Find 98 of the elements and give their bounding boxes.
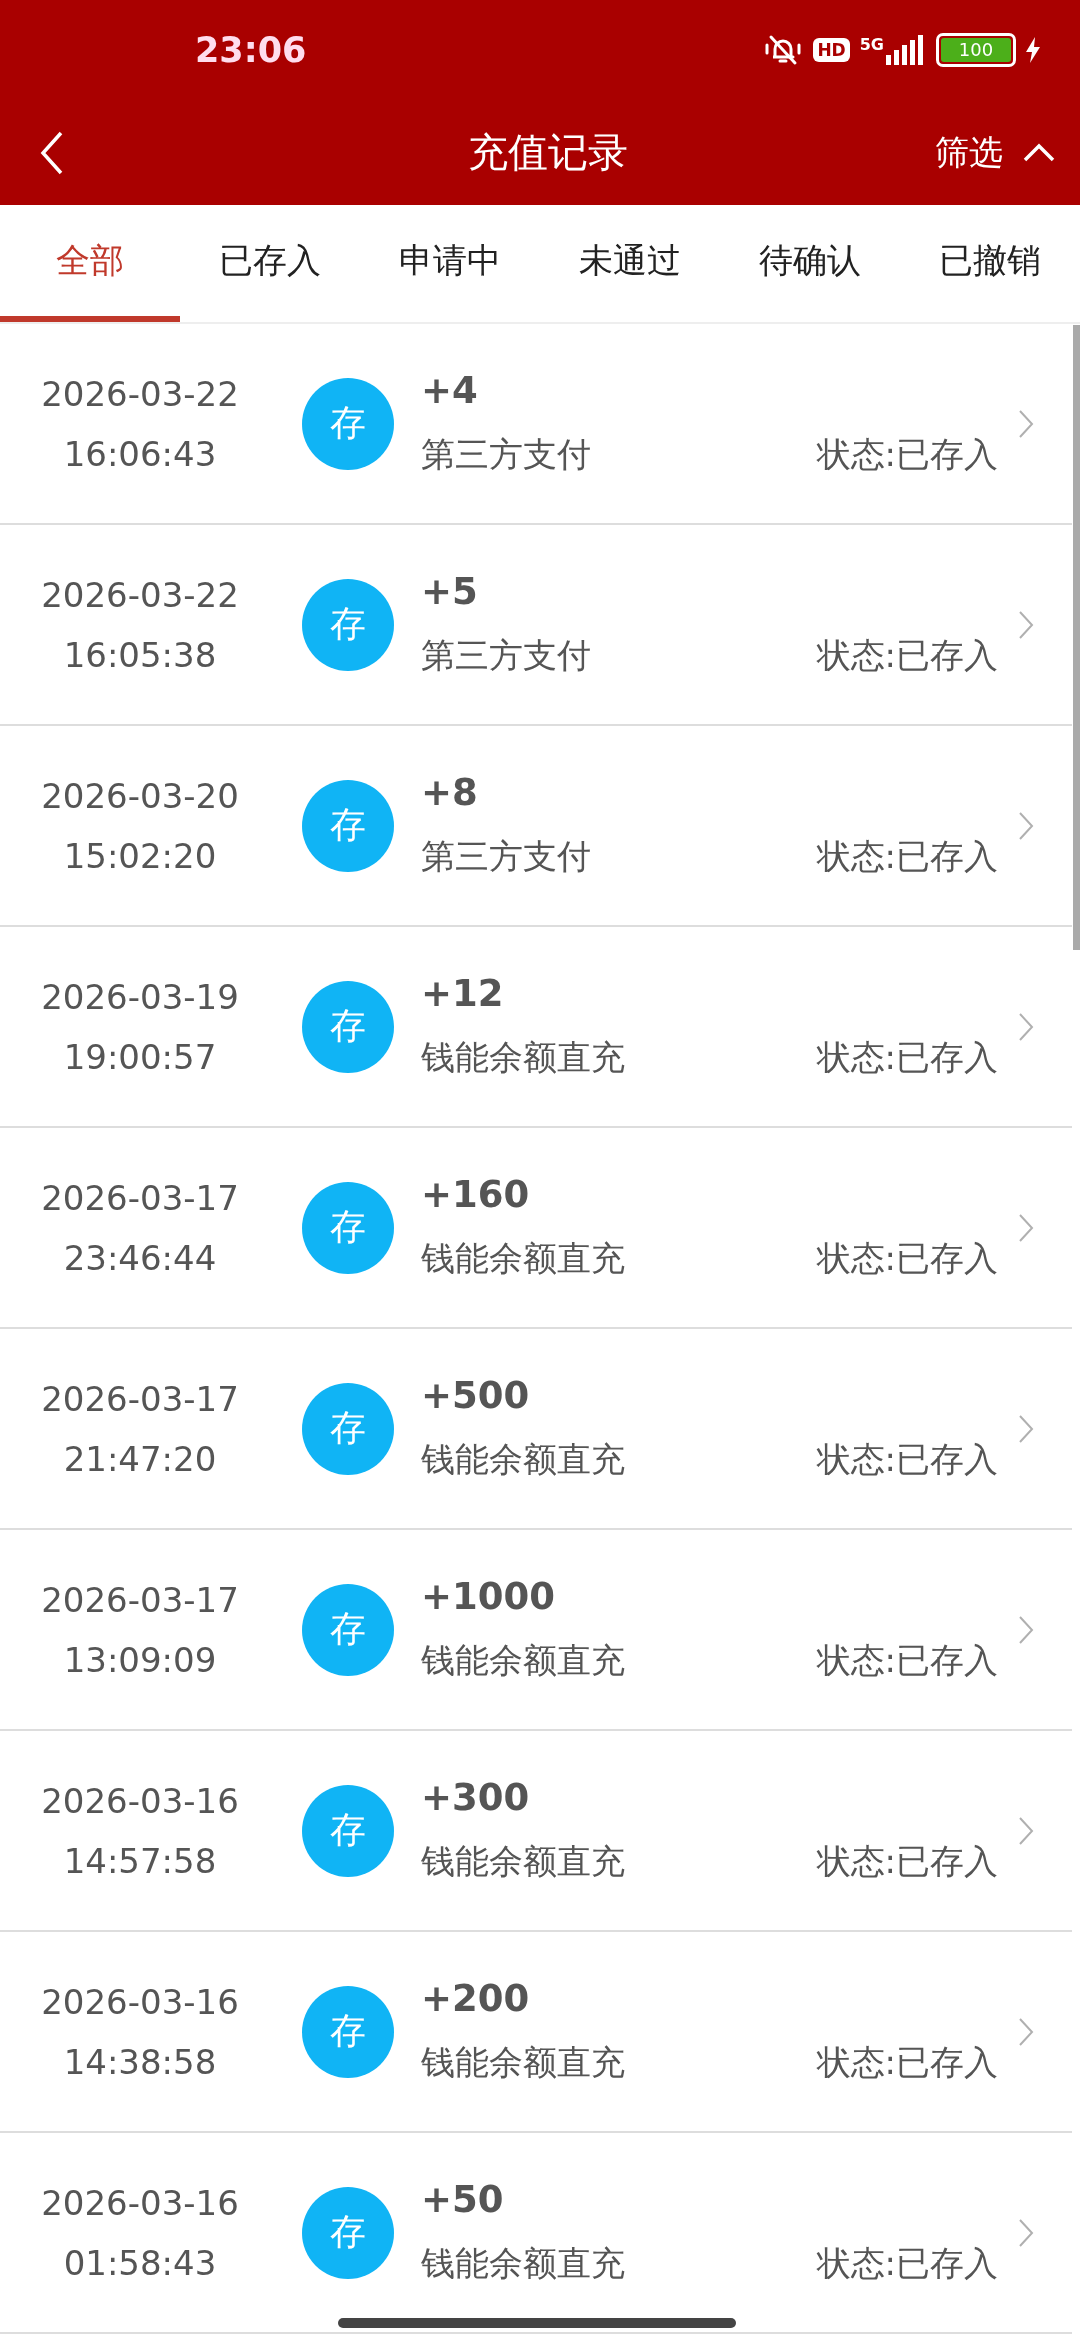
- record-time: 16:06:43: [63, 433, 217, 474]
- payment-method: 钱能余额直充: [421, 2041, 625, 2084]
- tab[interactable]: 待确认: [720, 205, 900, 322]
- record-date: 2026-03-17: [41, 1177, 239, 1218]
- record-date: 2026-03-16: [41, 1981, 239, 2022]
- payment-method: 第三方支付: [421, 835, 591, 878]
- record-status: 状态:已存入: [816, 2242, 998, 2285]
- scrollbar[interactable]: [1073, 325, 1080, 950]
- record-amount: +8: [421, 771, 479, 814]
- record-date: 2026-03-20: [41, 775, 239, 816]
- deposit-badge: 存: [302, 779, 394, 872]
- record-date: 2026-03-17: [41, 1378, 239, 1419]
- muted-bell-icon: [763, 33, 804, 67]
- chevron-right-icon: [1018, 1815, 1034, 1846]
- record-amount: +500: [421, 1374, 531, 1417]
- deposit-badge: 存: [302, 1181, 394, 1274]
- battery-level: 100: [941, 38, 1011, 62]
- record-time: 15:02:20: [63, 835, 217, 876]
- record-status: 状态:已存入: [816, 1237, 998, 1280]
- status-time: 23:06: [195, 30, 307, 70]
- record-time: 19:00:57: [63, 1036, 217, 1077]
- record-amount: +200: [421, 1977, 531, 2020]
- record-status: 状态:已存入: [816, 1639, 998, 1682]
- deposit-badge: 存: [302, 1985, 394, 2078]
- charging-icon: [1026, 37, 1040, 63]
- filter-button[interactable]: 筛选: [935, 129, 1055, 176]
- record-amount: +50: [421, 2178, 505, 2221]
- record-time: 16:05:38: [63, 634, 217, 675]
- deposit-badge: 存: [302, 377, 394, 470]
- record-status: 状态:已存入: [816, 835, 998, 878]
- payment-method: 钱能余额直充: [421, 1840, 625, 1883]
- record-status: 状态:已存入: [816, 433, 998, 476]
- payment-method: 钱能余额直充: [421, 1639, 625, 1682]
- record-date: 2026-03-19: [41, 976, 239, 1017]
- record-date: 2026-03-17: [41, 1579, 239, 1620]
- network-label: 5G: [859, 35, 884, 54]
- record-status: 状态:已存入: [816, 1840, 998, 1883]
- back-button[interactable]: [40, 130, 64, 175]
- chevron-right-icon: [1018, 609, 1034, 640]
- payment-method: 第三方支付: [421, 433, 591, 476]
- deposit-badge: 存: [302, 578, 394, 671]
- deposit-badge: 存: [302, 1583, 394, 1676]
- chevron-right-icon: [1018, 2016, 1034, 2047]
- record-row[interactable]: 2026-03-22 16:06:43 存 +4 第三方支付 状态:已存入: [0, 324, 1072, 525]
- tab[interactable]: 全部: [0, 205, 180, 322]
- tab[interactable]: 已撤销: [900, 205, 1080, 322]
- record-status: 状态:已存入: [816, 634, 998, 677]
- record-status: 状态:已存入: [816, 1036, 998, 1079]
- record-date: 2026-03-22: [41, 574, 239, 615]
- record-time: 23:46:44: [63, 1237, 217, 1278]
- record-time: 14:57:58: [63, 1840, 217, 1881]
- home-indicator[interactable]: [338, 2318, 736, 2328]
- deposit-badge: 存: [302, 980, 394, 1073]
- record-row[interactable]: 2026-03-19 19:00:57 存 +12 钱能余额直充 状态:已存入: [0, 927, 1072, 1128]
- record-amount: +1000: [421, 1575, 556, 1618]
- deposit-badge: 存: [302, 1784, 394, 1877]
- record-time: 14:38:58: [63, 2041, 217, 2082]
- deposit-badge: 存: [302, 1382, 394, 1475]
- payment-method: 钱能余额直充: [421, 2242, 625, 2285]
- tab[interactable]: 未通过: [540, 205, 720, 322]
- record-row[interactable]: 2026-03-17 13:09:09 存 +1000 钱能余额直充 状态:已存入: [0, 1530, 1072, 1731]
- record-amount: +160: [421, 1173, 531, 1216]
- tab[interactable]: 申请中: [360, 205, 540, 322]
- record-row[interactable]: 2026-03-16 14:38:58 存 +200 钱能余额直充 状态:已存入: [0, 1932, 1072, 2133]
- record-row[interactable]: 2026-03-20 15:02:20 存 +8 第三方支付 状态:已存入: [0, 726, 1072, 927]
- record-row[interactable]: 2026-03-22 16:05:38 存 +5 第三方支付 状态:已存入: [0, 525, 1072, 726]
- payment-method: 钱能余额直充: [421, 1036, 625, 1079]
- record-amount: +4: [421, 369, 479, 412]
- payment-method: 钱能余额直充: [421, 1438, 625, 1481]
- page-title: 充值记录: [467, 128, 628, 177]
- chevron-right-icon: [1018, 1413, 1034, 1444]
- chevron-right-icon: [1018, 408, 1034, 439]
- chevron-right-icon: [1018, 810, 1034, 841]
- record-time: 01:58:43: [63, 2242, 217, 2283]
- chevron-right-icon: [1018, 1212, 1034, 1243]
- record-date: 2026-03-22: [41, 373, 239, 414]
- record-amount: +300: [421, 1776, 531, 1819]
- deposit-badge: 存: [302, 2186, 394, 2279]
- tab[interactable]: 已存入: [180, 205, 360, 322]
- record-status: 状态:已存入: [816, 1438, 998, 1481]
- record-time: 13:09:09: [63, 1639, 217, 1680]
- hd-badge: HD: [813, 38, 850, 62]
- payment-method: 第三方支付: [421, 634, 591, 677]
- record-amount: +5: [421, 570, 479, 613]
- record-row[interactable]: 2026-03-16 14:57:58 存 +300 钱能余额直充 状态:已存入: [0, 1731, 1072, 1932]
- signal-icon: [886, 35, 926, 65]
- record-row[interactable]: 2026-03-17 23:46:44 存 +160 钱能余额直充 状态:已存入: [0, 1128, 1072, 1329]
- back-icon: [40, 130, 64, 175]
- record-row[interactable]: 2026-03-17 21:47:20 存 +500 钱能余额直充 状态:已存入: [0, 1329, 1072, 1530]
- chevron-right-icon: [1018, 2217, 1034, 2248]
- chevron-right-icon: [1018, 1614, 1034, 1645]
- chevron-right-icon: [1018, 1011, 1034, 1042]
- record-date: 2026-03-16: [41, 2182, 239, 2223]
- record-date: 2026-03-16: [41, 1780, 239, 1821]
- record-amount: +12: [421, 972, 505, 1015]
- record-status: 状态:已存入: [816, 2041, 998, 2084]
- payment-method: 钱能余额直充: [421, 1237, 625, 1280]
- record-time: 21:47:20: [63, 1438, 217, 1479]
